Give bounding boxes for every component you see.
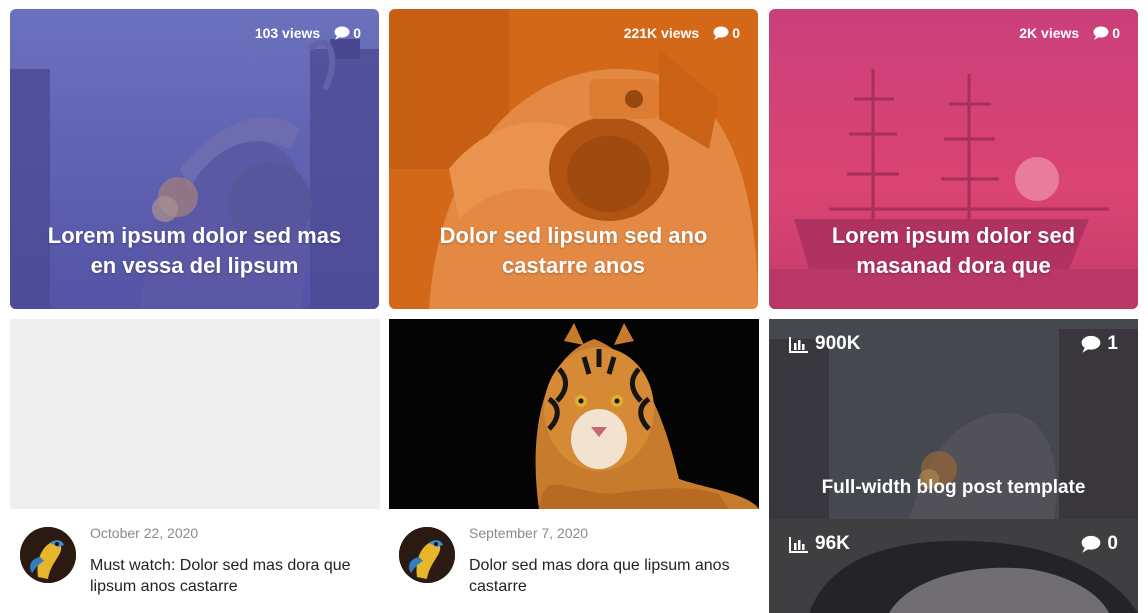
views-count: 2K views	[1019, 25, 1080, 41]
card-meta: 103 views 0	[255, 25, 361, 41]
comment-bubble-icon	[713, 26, 729, 40]
card-meta: 2K views 0	[1019, 25, 1120, 41]
featured-card-3[interactable]: 2K views 0 Lorem ipsum dolor sed masanad…	[769, 9, 1138, 309]
grid-post-2: September 7, 2020 Dolor sed mas dora que…	[389, 319, 759, 613]
bar-chart-icon	[789, 536, 808, 553]
comment-count[interactable]: 0	[713, 25, 740, 41]
views-count: 221K views	[623, 25, 700, 41]
comment-count-value: 0	[353, 25, 361, 41]
post-stats: 96K 0	[789, 533, 1118, 555]
sidebar-post-1[interactable]: 900K 1 Full-width blog post template	[769, 319, 1138, 519]
views-count: 900K	[815, 333, 861, 354]
comment-count-value: 0	[732, 25, 740, 41]
sidebar-post-2[interactable]: 96K 0	[769, 519, 1138, 613]
parrot-avatar-icon	[399, 527, 455, 583]
author-avatar[interactable]	[20, 527, 76, 583]
comment-count[interactable]: 0	[334, 25, 361, 41]
post-title-link[interactable]: Dolor sed mas dora que lipsum anos casta…	[469, 555, 754, 597]
post-info: October 22, 2020 Must watch: Dolor sed m…	[10, 509, 380, 613]
views-stat: 96K	[789, 533, 850, 555]
post-stats: 900K 1	[789, 333, 1118, 355]
card-meta: 221K views 0	[624, 25, 740, 41]
tiger-image[interactable]	[389, 319, 759, 509]
views-stat: 900K	[789, 333, 860, 355]
comment-count-value: 0	[1107, 533, 1118, 554]
featured-card-2[interactable]: 221K views 0 Dolor sed lipsum sed ano ca…	[389, 9, 758, 309]
post-date: October 22, 2020	[90, 525, 199, 541]
comment-count[interactable]: 0	[1093, 25, 1120, 41]
post-date: September 7, 2020	[469, 525, 589, 541]
author-avatar[interactable]	[399, 527, 455, 583]
parrot-avatar-icon	[20, 527, 76, 583]
bar-chart-icon	[789, 336, 808, 353]
comment-bubble-icon	[1082, 335, 1101, 353]
post-image-placeholder[interactable]	[10, 319, 380, 509]
card-title[interactable]: Lorem ipsum dolor sed mas en vessa del l…	[34, 221, 355, 281]
grid-post-1: October 22, 2020 Must watch: Dolor sed m…	[10, 319, 380, 613]
comment-count-value: 0	[1112, 25, 1120, 41]
card-title[interactable]: Lorem ipsum dolor sed masanad dora que	[793, 221, 1114, 281]
post-info: September 7, 2020 Dolor sed mas dora que…	[389, 509, 759, 613]
comment-count-value: 1	[1107, 333, 1118, 354]
comment-bubble-icon	[334, 26, 350, 40]
comment-bubble-icon	[1082, 535, 1101, 553]
views-count: 103 views	[254, 25, 321, 41]
post-title-link[interactable]: Must watch: Dolor sed mas dora que lipsu…	[90, 555, 375, 597]
post-title[interactable]: Full-width blog post template	[769, 477, 1138, 499]
views-count: 96K	[815, 533, 850, 554]
comment-count[interactable]: 1	[1081, 333, 1118, 355]
featured-card-1[interactable]: 103 views 0 Lorem ipsum dolor sed mas en…	[10, 9, 379, 309]
comment-bubble-icon	[1093, 26, 1109, 40]
comment-count[interactable]: 0	[1081, 533, 1118, 555]
card-title[interactable]: Dolor sed lipsum sed ano castarre anos	[413, 221, 734, 281]
